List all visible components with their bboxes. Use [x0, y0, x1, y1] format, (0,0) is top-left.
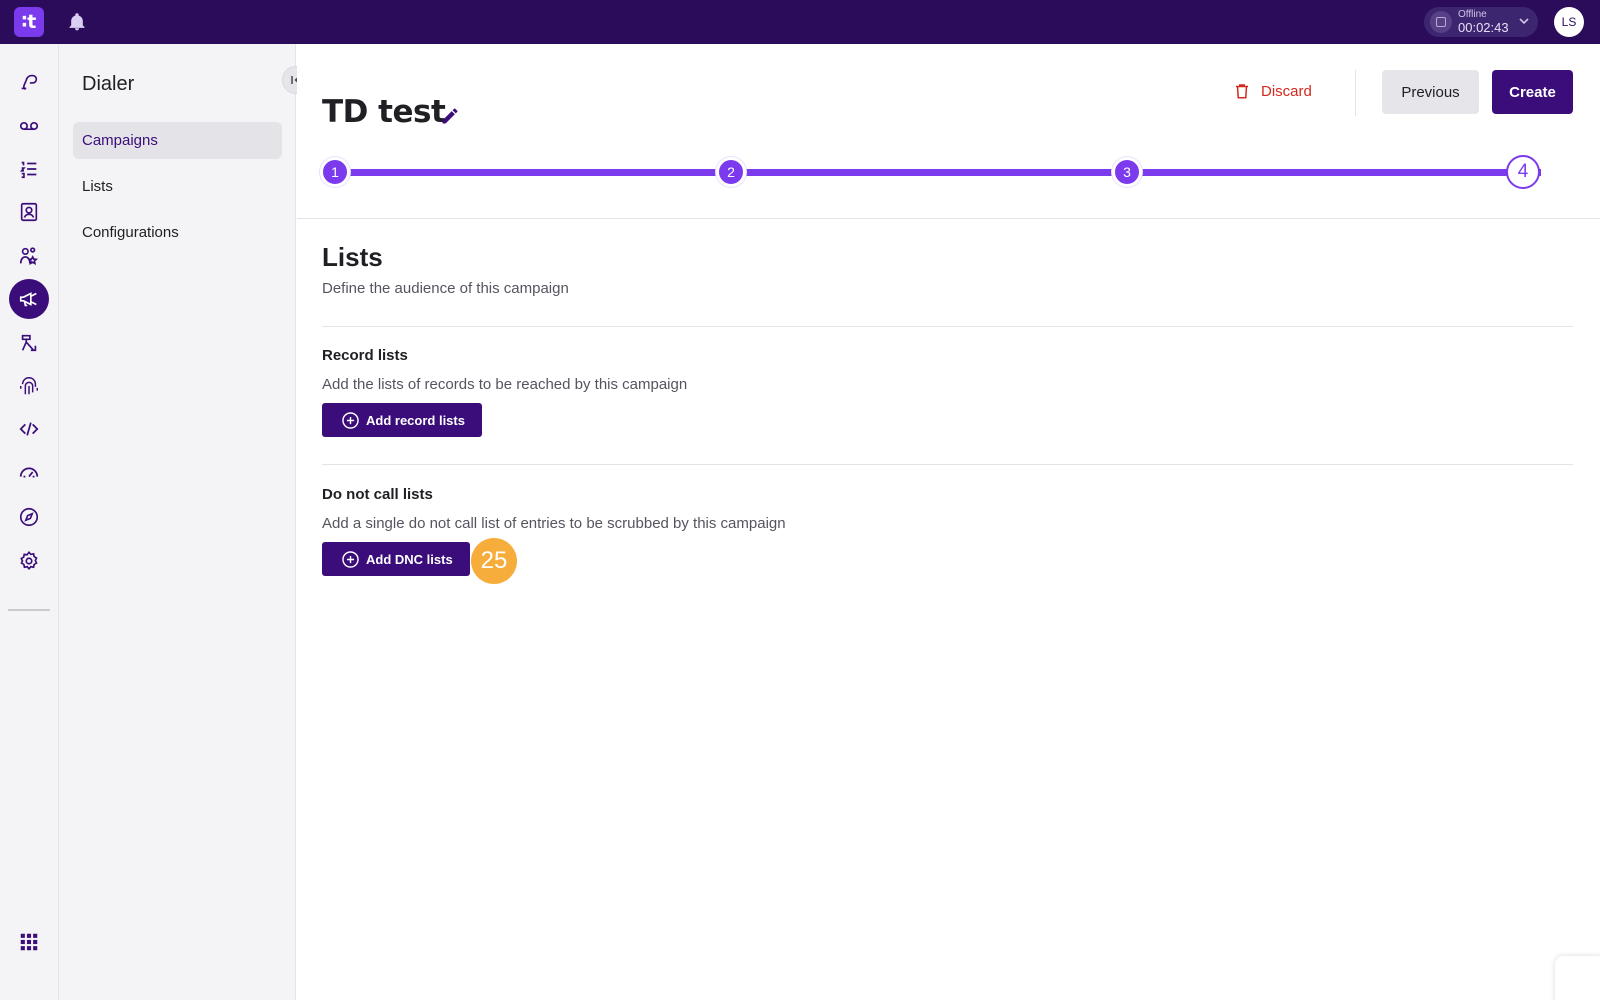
sidebar-item-label: Lists [82, 178, 113, 195]
section-divider [322, 326, 1573, 327]
sidebar-item-label: Configurations [82, 224, 179, 241]
dialer-icon[interactable] [9, 279, 49, 319]
apps-grid-icon[interactable] [9, 922, 49, 962]
sidebar-item-campaigns[interactable]: Campaigns [73, 122, 282, 159]
plus-circle-icon [342, 411, 359, 429]
pencil-icon[interactable] [440, 106, 460, 126]
dashboard-icon[interactable] [9, 452, 49, 492]
voicemail-icon[interactable] [9, 106, 49, 146]
step-annotation-badge: 25 [471, 538, 517, 584]
step-1[interactable]: 1 [320, 157, 350, 187]
contacts-icon[interactable] [9, 192, 49, 232]
header-divider [1355, 70, 1356, 116]
dialer-sidebar: Dialer Campaigns Lists Configurations [59, 44, 310, 1000]
queues-icon[interactable] [9, 149, 49, 189]
section-subtitle: Define the audience of this campaign [322, 280, 569, 297]
group-divider [322, 464, 1573, 465]
dnc-lists-title: Do not call lists [322, 486, 433, 503]
routing-icon[interactable] [9, 323, 49, 363]
step-3[interactable]: 3 [1112, 157, 1142, 187]
add-dnc-lists-button[interactable]: Add DNC lists [322, 542, 470, 576]
app-logo[interactable]: ∶t [14, 7, 44, 37]
dnc-lists-description: Add a single do not call list of entries… [322, 515, 786, 532]
user-avatar[interactable]: LS [1554, 7, 1584, 37]
plus-circle-icon [342, 550, 359, 568]
sidebar-item-configurations[interactable]: Configurations [73, 214, 282, 251]
create-button[interactable]: Create [1492, 70, 1573, 114]
add-record-lists-button[interactable]: Add record lists [322, 403, 482, 437]
agent-status-selector[interactable]: Offline 00:02:43 [1424, 7, 1538, 37]
step-2[interactable]: 2 [716, 157, 746, 187]
stepper-divider [297, 218, 1600, 219]
settings-icon[interactable] [9, 541, 49, 581]
sidebar-title: Dialer [82, 73, 135, 95]
stepper-track [337, 169, 1541, 176]
discard-button[interactable]: Discard [1233, 76, 1312, 106]
section-title: Lists [322, 242, 383, 272]
developer-icon[interactable] [9, 409, 49, 449]
sidebar-item-label: Campaigns [82, 132, 158, 149]
top-bar: ∶t Offline 00:02:43 LS [0, 0, 1600, 44]
status-label: Offline [1458, 9, 1487, 20]
page-title: TD test [322, 94, 446, 130]
teams-icon[interactable] [9, 236, 49, 276]
discard-label: Discard [1261, 82, 1312, 100]
floating-widget[interactable] [1555, 956, 1600, 1000]
main-content: TD test Discard Previous Create 1 2 3 4 … [297, 44, 1600, 1000]
add-record-lists-label: Add record lists [366, 412, 465, 428]
bell-icon[interactable] [67, 12, 87, 32]
rail-divider [8, 609, 50, 611]
chevron-down-icon [1519, 18, 1529, 25]
explore-icon[interactable] [9, 497, 49, 537]
progress-stepper: 1 2 3 4 [320, 155, 1553, 195]
step-4[interactable]: 4 [1506, 155, 1540, 189]
trash-icon [1236, 84, 1248, 99]
record-lists-title: Record lists [322, 347, 408, 364]
status-stop-icon [1430, 11, 1452, 33]
previous-button[interactable]: Previous [1382, 70, 1479, 114]
icon-rail [0, 44, 59, 1000]
sidebar-item-lists[interactable]: Lists [73, 168, 282, 205]
status-timer: 00:02:43 [1458, 20, 1509, 35]
identity-icon[interactable] [9, 366, 49, 406]
record-lists-description: Add the lists of records to be reached b… [322, 376, 688, 393]
add-dnc-lists-label: Add DNC lists [366, 551, 453, 567]
conversations-icon[interactable] [9, 62, 49, 102]
